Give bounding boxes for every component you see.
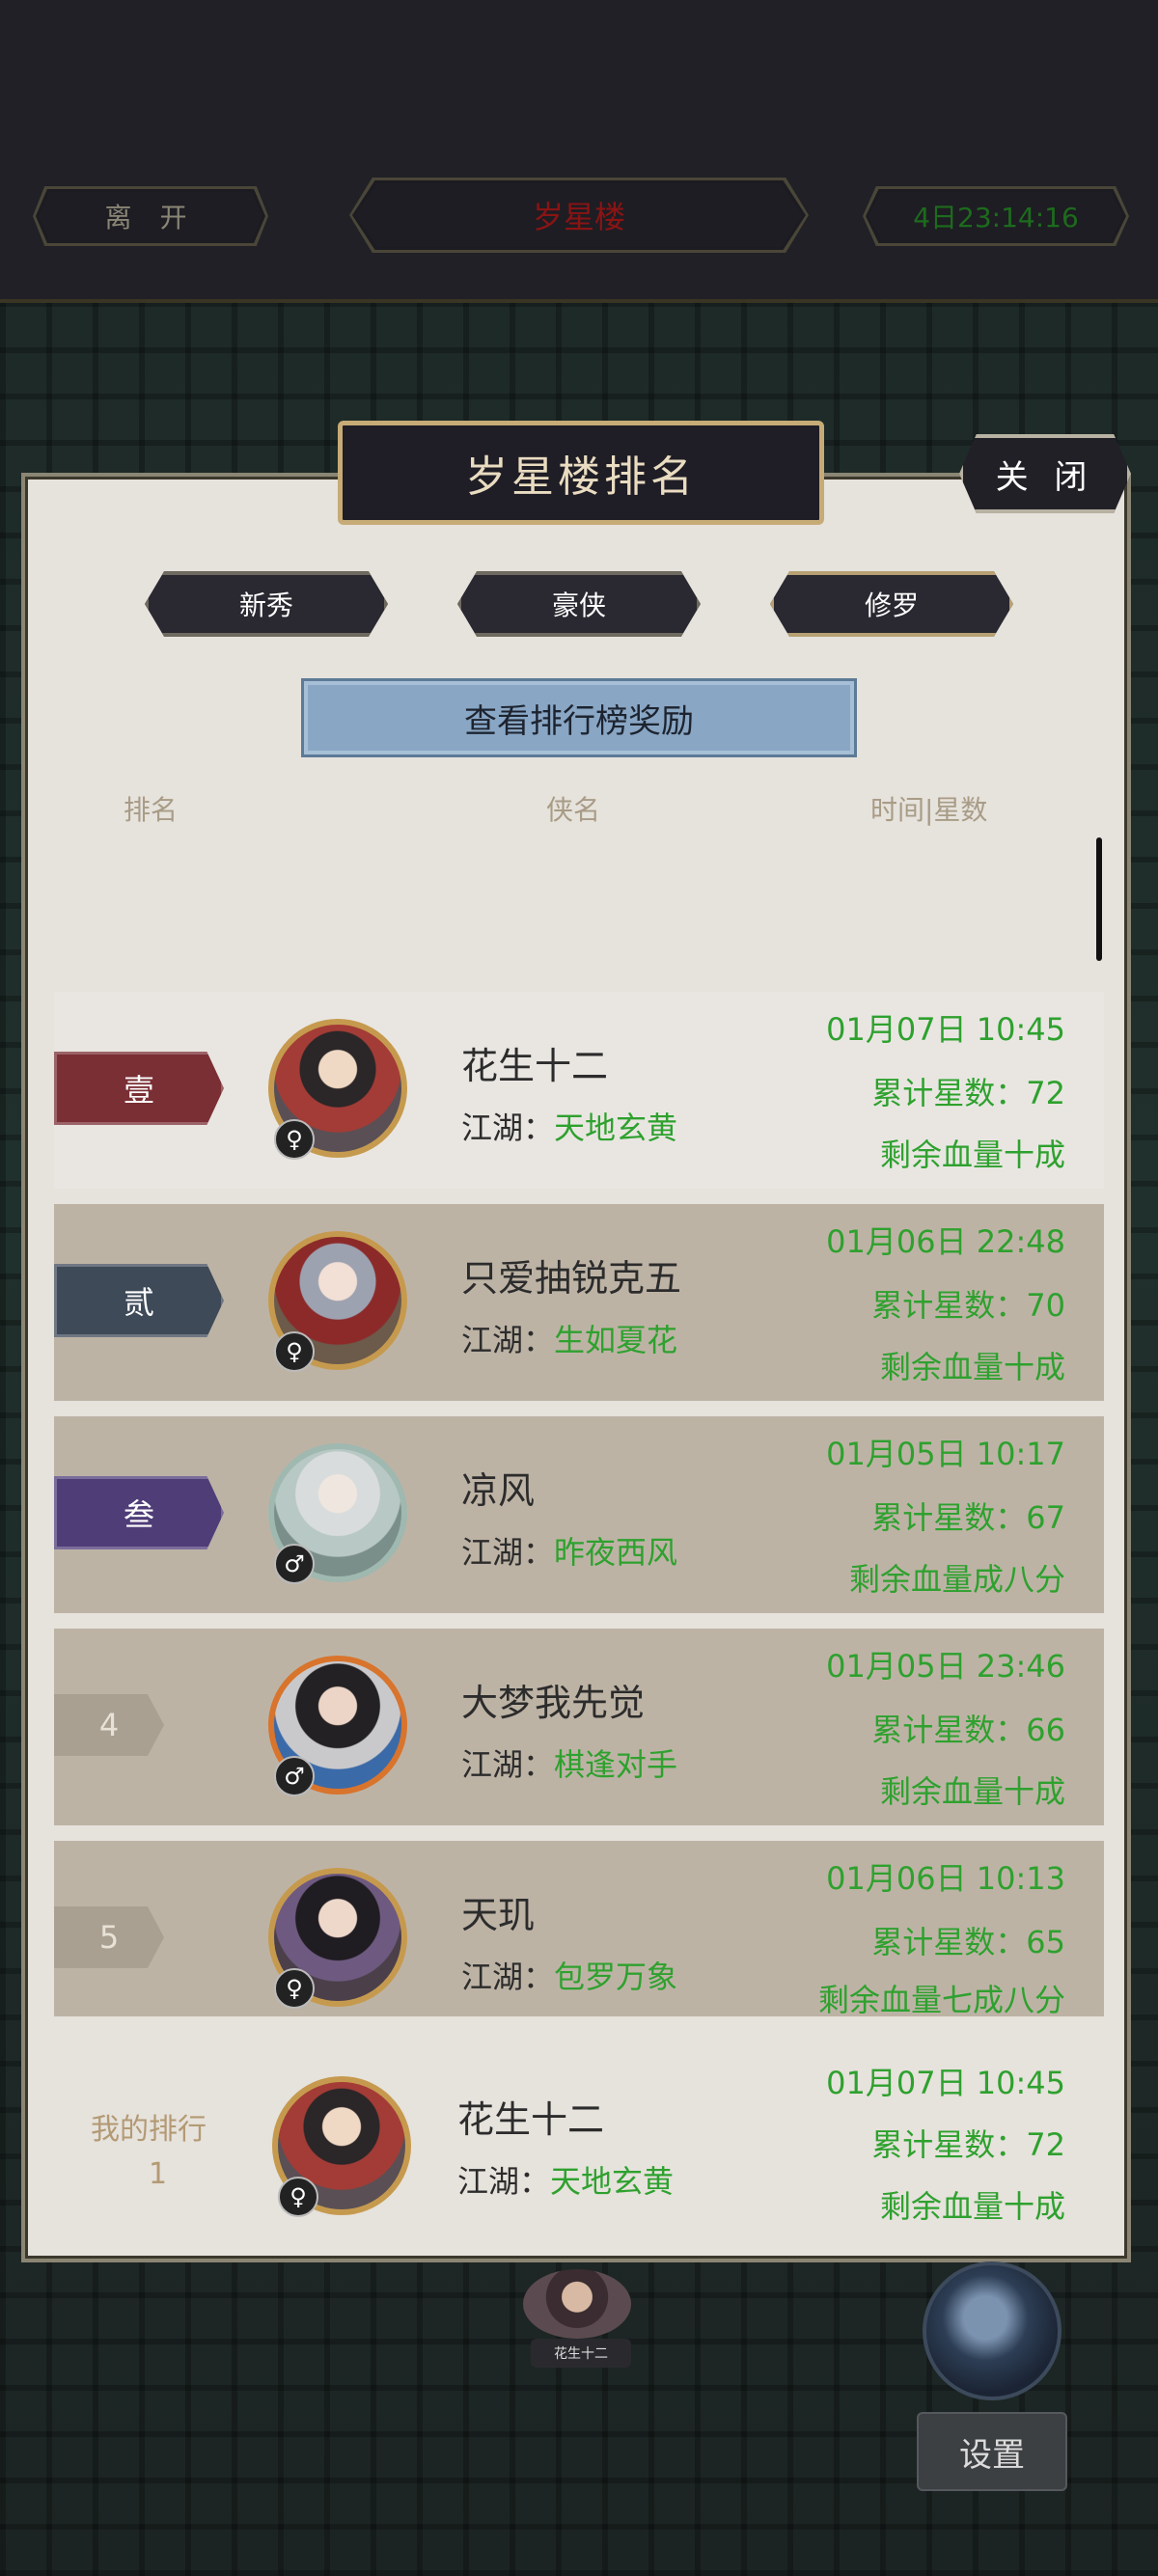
guild-line: 江湖：包罗万象 <box>461 1953 677 1997</box>
remaining-hp: 剩余血量十成 <box>879 1349 1065 1385</box>
panel-title: 岁星楼排名 <box>338 421 824 525</box>
player-name: 天玑 <box>461 1894 536 1936</box>
close-button[interactable]: 关 闭 <box>959 434 1131 513</box>
guild-line: 江湖：天地玄黄 <box>457 2157 674 2202</box>
view-rewards-button[interactable]: 查看排行榜奖励 <box>301 678 857 757</box>
finish-time: 01月05日 10:17 <box>826 1436 1065 1472</box>
guild-name: 包罗万象 <box>554 1959 678 1995</box>
guild-line: 江湖：昨夜西风 <box>461 1528 677 1573</box>
guild-line: 江湖：棋逢对手 <box>461 1740 677 1785</box>
scrollbar[interactable] <box>1096 837 1102 961</box>
settings-button[interactable]: 设置 <box>917 2412 1067 2491</box>
guild-label: 江湖： <box>461 1959 555 1995</box>
finish-time: 01月07日 10:45 <box>826 2065 1065 2101</box>
rank-badge: 叁 <box>54 1476 224 1549</box>
column-header-time-stars: 时间|星数 <box>870 794 988 826</box>
female-icon: ♀ <box>278 2177 318 2217</box>
male-icon: ♂ <box>274 1756 315 1796</box>
ranking-row[interactable]: 4 ♂ 大梦我先觉 江湖：棋逢对手 01月05日 23:46 累计星数：66 剩… <box>54 1629 1104 1825</box>
female-icon: ♀ <box>274 1331 315 1372</box>
rank-badge: 贰 <box>54 1264 224 1337</box>
player-name-tag: 花生十二 <box>531 2339 631 2368</box>
total-stars: 累计星数：72 <box>871 1075 1065 1111</box>
rank-badge: 4 <box>54 1694 164 1756</box>
remaining-hp: 剩余血量七成八分 <box>817 1982 1065 2018</box>
location-title: 岁星楼 <box>352 180 806 250</box>
guild-label: 江湖： <box>457 2163 551 2200</box>
guild-name: 昨夜西风 <box>554 1534 678 1571</box>
female-icon: ♀ <box>274 1119 315 1160</box>
rank-badge: 5 <box>54 1906 164 1968</box>
skill-button[interactable] <box>923 2261 1062 2400</box>
guild-label: 江湖： <box>461 1110 555 1146</box>
guild-name: 生如夏花 <box>554 1322 678 1358</box>
column-header-rank: 排名 <box>124 794 179 826</box>
player-name: 花生十二 <box>457 2098 605 2141</box>
ranking-row[interactable]: 叁 ♂ 凉风 江湖：昨夜西风 01月05日 10:17 累计星数：67 剩余血量… <box>54 1416 1104 1613</box>
total-stars: 累计星数：65 <box>871 1924 1065 1960</box>
remaining-hp: 剩余血量十成 <box>879 2188 1065 2225</box>
guild-label: 江湖： <box>461 1534 555 1571</box>
remaining-hp: 剩余血量十成 <box>879 1137 1065 1173</box>
tab-asura[interactable]: 修罗 <box>770 571 1013 637</box>
finish-time: 01月07日 10:45 <box>826 1011 1065 1048</box>
total-stars: 累计星数：72 <box>871 2126 1065 2163</box>
guild-label: 江湖： <box>461 1322 555 1358</box>
ranking-row[interactable]: 贰 ♀ 只爱抽锐克五 江湖：生如夏花 01月06日 22:48 累计星数：70 … <box>54 1204 1104 1401</box>
total-stars: 累计星数：70 <box>871 1287 1065 1324</box>
finish-time: 01月06日 22:48 <box>826 1223 1065 1260</box>
female-icon: ♀ <box>274 1968 315 2009</box>
male-icon: ♂ <box>274 1544 315 1584</box>
leave-button[interactable]: 离 开 <box>36 189 265 243</box>
ranking-row[interactable]: 5 ♀ 天玑 江湖：包罗万象 01月06日 10:13 累计星数：65 剩余血量… <box>54 1841 1104 2018</box>
remaining-hp: 剩余血量十成 <box>879 1773 1065 1810</box>
finish-time: 01月05日 23:46 <box>826 1648 1065 1685</box>
tab-newcomer[interactable]: 新秀 <box>145 571 388 637</box>
player-name: 花生十二 <box>461 1045 609 1087</box>
player-name: 只爱抽锐克五 <box>461 1257 682 1300</box>
player-name: 大梦我先觉 <box>461 1682 646 1724</box>
remaining-hp: 剩余血量成八分 <box>848 1561 1065 1598</box>
guild-line: 江湖：生如夏花 <box>461 1316 677 1360</box>
rank-badge: 壹 <box>54 1052 224 1125</box>
player-name: 凉风 <box>461 1469 536 1512</box>
total-stars: 累计星数：66 <box>871 1712 1065 1748</box>
guild-label: 江湖： <box>461 1746 555 1783</box>
column-header-name: 侠名 <box>546 794 601 826</box>
countdown-timer: 4日23:14:16 <box>866 189 1126 243</box>
tab-hero[interactable]: 豪侠 <box>457 571 701 637</box>
ranking-row[interactable]: 壹 ♀ 花生十二 江湖：天地玄黄 01月07日 10:45 累计星数：72 剩余… <box>54 992 1104 1189</box>
guild-line: 江湖：天地玄黄 <box>461 1104 677 1148</box>
guild-name: 棋逢对手 <box>554 1746 678 1783</box>
guild-name: 天地玄黄 <box>550 2163 675 2200</box>
total-stars: 累计星数：67 <box>871 1499 1065 1536</box>
finish-time: 01月06日 10:13 <box>826 1860 1065 1897</box>
guild-name: 天地玄黄 <box>554 1110 678 1146</box>
my-rank-row[interactable]: ♀ 花生十二 江湖：天地玄黄 01月07日 10:45 累计星数：72 剩余血量… <box>54 2047 1104 2246</box>
player-character[interactable] <box>523 2269 631 2339</box>
top-bar <box>0 0 1158 303</box>
